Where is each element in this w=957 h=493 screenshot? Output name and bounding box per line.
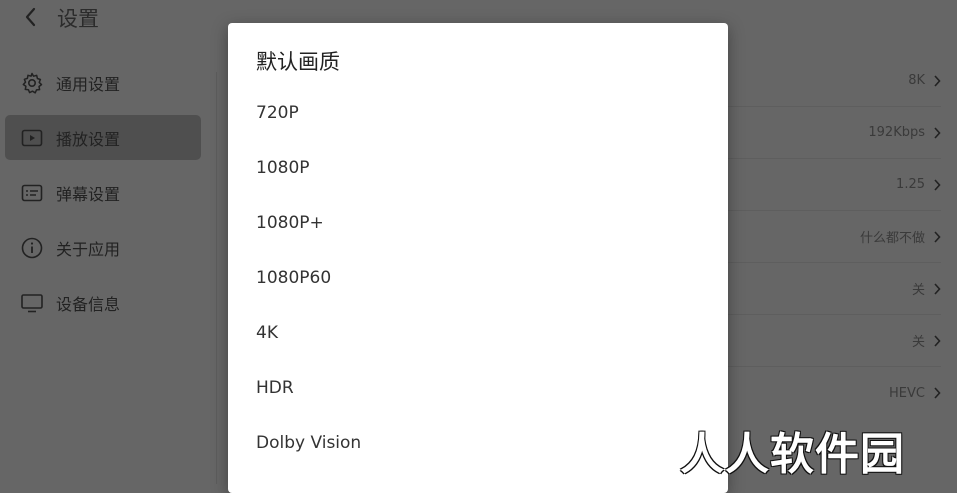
watermark: 人人软件园 [680,429,905,480]
setting-value: 什么都不做 [859,231,925,246]
setting-row[interactable]: 关 [728,263,941,315]
setting-value: 1.25 [896,177,925,192]
setting-row[interactable]: HEVC [728,367,941,419]
chevron-right-icon [933,178,941,191]
sidebar-item-device-info[interactable]: 设备信息 [5,280,201,325]
page-title: 设置 [57,7,99,31]
sidebar-item-about[interactable]: 关于应用 [5,225,201,270]
setting-value: HEVC [889,385,925,401]
sidebar-item-danmaku[interactable]: 弹幕设置 [5,170,201,215]
sidebar-item-playback[interactable]: 播放设置 [5,115,201,160]
dialog-title: 默认画质 [256,50,340,74]
setting-row[interactable]: 8K [728,55,941,107]
chevron-right-icon [933,282,941,295]
chevron-right-icon [933,230,941,243]
setting-row[interactable]: 192Kbps [728,107,941,159]
sidebar-item-label: 播放设置 [56,129,121,149]
danmaku-icon [20,181,44,205]
sidebar-divider [216,72,217,484]
monitor-icon [20,291,44,315]
info-icon [20,236,44,260]
setting-row[interactable]: 1.25 [728,159,941,211]
sidebar-item-label: 关于应用 [56,239,121,259]
sidebar-item-label: 弹幕设置 [56,184,121,204]
quality-option[interactable]: 720P [228,85,728,140]
chevron-right-icon [933,126,941,139]
chevron-right-icon [933,387,941,399]
default-quality-dialog: 默认画质 720P 1080P 1080P+ 1080P60 4K HDR Do… [228,23,728,493]
setting-row[interactable]: 什么都不做 [728,211,941,263]
setting-row[interactable]: 关 [728,315,941,367]
quality-option[interactable]: 4K [228,305,728,360]
gear-icon [20,71,44,95]
setting-value: 192Kbps [868,125,925,140]
chevron-right-icon [933,74,941,87]
setting-value: 关 [911,335,925,350]
chevron-right-icon [933,334,941,347]
quality-option[interactable]: 1080P [228,140,728,195]
quality-option[interactable]: HDR [228,360,728,415]
quality-option[interactable]: Dolby Vision [228,415,728,470]
setting-value: 8K [908,73,925,88]
chevron-left-icon[interactable] [20,4,42,30]
sidebar-item-general[interactable]: 通用设置 [5,60,201,105]
quality-option-list: 720P 1080P 1080P+ 1080P60 4K HDR Dolby V… [228,85,728,470]
quality-option[interactable]: 1080P+ [228,195,728,250]
setting-value: 关 [911,283,925,298]
playback-settings-list: 8K 192Kbps 1.25 什么都不做 关 关 HEVC [728,55,941,419]
quality-option[interactable]: 1080P60 [228,250,728,305]
sidebar-item-label: 通用设置 [56,74,121,94]
sidebar-item-label: 设备信息 [56,294,121,314]
play-icon [20,126,44,150]
sidebar: 通用设置 播放设置 弹幕设置 关于应用 设备信息 [5,60,201,335]
